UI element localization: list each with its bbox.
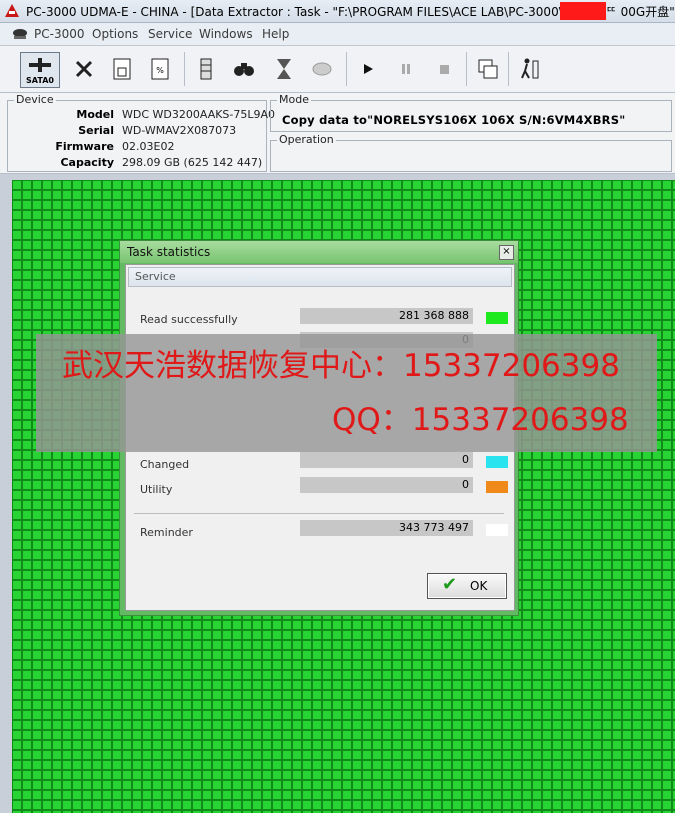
watermark-line-2: QQ：15337206398 [332, 402, 629, 438]
watermark-overlay: 武汉天浩数据恢复中心：15337206398 QQ：15337206398 [36, 334, 657, 452]
device-row-value: 298.09 GB (625 142 447) [122, 156, 263, 169]
divider [134, 513, 504, 514]
stat-label-read: Read successfully [140, 313, 238, 326]
mode-group-label: Mode [277, 93, 311, 106]
app-logo-icon [5, 4, 19, 17]
disk-button[interactable] [308, 55, 336, 83]
menu-logo-icon[interactable] [12, 27, 28, 41]
checkmark-icon: ✔ [442, 574, 458, 595]
device-row-value: 02.03E02 [122, 140, 175, 153]
menu-pc3000[interactable]: PC-3000 [34, 27, 84, 41]
device-row-serial: Serial WD-WMAV2X087073 [14, 124, 236, 137]
title-bar: PC-3000 UDMA-E - CHINA - [Data Extractor… [0, 0, 675, 23]
disk-icon [312, 62, 332, 76]
menu-options[interactable]: Options [92, 27, 138, 41]
stat-value: 281 368 888 [399, 309, 469, 322]
color-swatch-cyan [486, 456, 508, 468]
device-row-value: WDC WD3200AAKS-75L9A0 [122, 108, 276, 121]
stat-bar-changed: 0 [300, 452, 473, 468]
percent-button[interactable]: % [146, 55, 174, 83]
stop-button[interactable] [430, 55, 458, 83]
stat-value: 0 [462, 478, 469, 491]
mode-text: Copy data to"NORELSYS106X 106X S/N:6VM4X… [282, 113, 626, 127]
service-header: Service [128, 267, 512, 287]
pause-icon [402, 64, 410, 74]
stat-value: 0 [462, 453, 469, 466]
device-row-key: Model [76, 108, 114, 121]
sata0-port-button[interactable]: SATA0 [20, 52, 60, 88]
menu-bar: PC-3000 Options Service Windows Help [0, 23, 675, 46]
windows-button[interactable] [474, 55, 502, 83]
toolbar-separator [346, 52, 347, 86]
stat-value: 343 773 497 [399, 521, 469, 534]
tools-button[interactable] [70, 55, 98, 83]
stat-label-changed: Changed [140, 458, 190, 471]
device-row-model: Model WDC WD3200AAKS-75L9A0 [14, 108, 275, 121]
service-label: Service [135, 270, 176, 283]
menu-help[interactable]: Help [262, 27, 289, 41]
stat-bar-read: 281 368 888 [300, 308, 473, 324]
search-button[interactable] [230, 55, 258, 83]
play-button[interactable] [354, 55, 382, 83]
drive-info-button[interactable] [108, 55, 136, 83]
color-swatch-green [486, 312, 508, 324]
toolbar: SATA0 % [0, 46, 675, 93]
wait-button[interactable] [270, 55, 298, 83]
device-row-capacity: Capacity 298.09 GB (625 142 447) [14, 156, 262, 169]
redaction-mark [560, 2, 606, 20]
operation-group: Operation [270, 133, 672, 172]
menu-windows[interactable]: Windows [199, 27, 253, 41]
play-icon [364, 64, 373, 74]
color-swatch-orange [486, 481, 508, 493]
binoculars-icon [234, 63, 254, 76]
device-row-value: WD-WMAV2X087073 [122, 124, 237, 137]
menu-service[interactable]: Service [148, 27, 192, 41]
ok-label: OK [470, 579, 488, 593]
watermark-line-1: 武汉天浩数据恢复中心：15337206398 [62, 348, 620, 384]
hdd-button[interactable] [192, 55, 220, 83]
close-icon[interactable]: × [499, 245, 514, 260]
stat-bar-utility: 0 [300, 477, 473, 493]
device-row-firmware: Firmware 02.03E02 [14, 140, 174, 153]
drive-info-icon [113, 58, 131, 80]
device-row-key: Firmware [55, 140, 114, 153]
hourglass-icon [277, 59, 291, 79]
device-group-label: Device [14, 93, 56, 106]
stat-label-reminder: Reminder [140, 526, 193, 539]
svg-text:%: % [156, 66, 164, 75]
pause-button[interactable] [392, 55, 420, 83]
toolbar-separator [184, 52, 185, 86]
device-row-key: Serial [78, 124, 114, 137]
exit-button[interactable] [516, 55, 544, 83]
operation-group-label: Operation [277, 133, 336, 146]
toolbar-separator [466, 52, 467, 86]
dialog-title: Task statistics [127, 245, 211, 259]
exit-icon [521, 58, 539, 79]
sata-connector-icon [29, 58, 51, 72]
sata-label: SATA0 [26, 76, 54, 85]
tools-icon [75, 60, 93, 78]
windows-icon [478, 59, 498, 79]
device-row-key: Capacity [60, 156, 114, 169]
stop-icon [440, 65, 449, 74]
device-info-panel: Device Model WDC WD3200AAKS-75L9A0 Serial… [0, 93, 675, 174]
hdd-icon [200, 58, 212, 80]
toolbar-separator [508, 52, 509, 86]
stat-label-utility: Utility [140, 483, 173, 496]
percent-icon: % [151, 58, 169, 80]
color-swatch-white [486, 524, 508, 536]
stat-bar-reminder: 343 773 497 [300, 520, 473, 536]
ok-button[interactable]: ✔ OK [427, 573, 507, 599]
dialog-title-bar: Task statistics × [120, 241, 518, 263]
